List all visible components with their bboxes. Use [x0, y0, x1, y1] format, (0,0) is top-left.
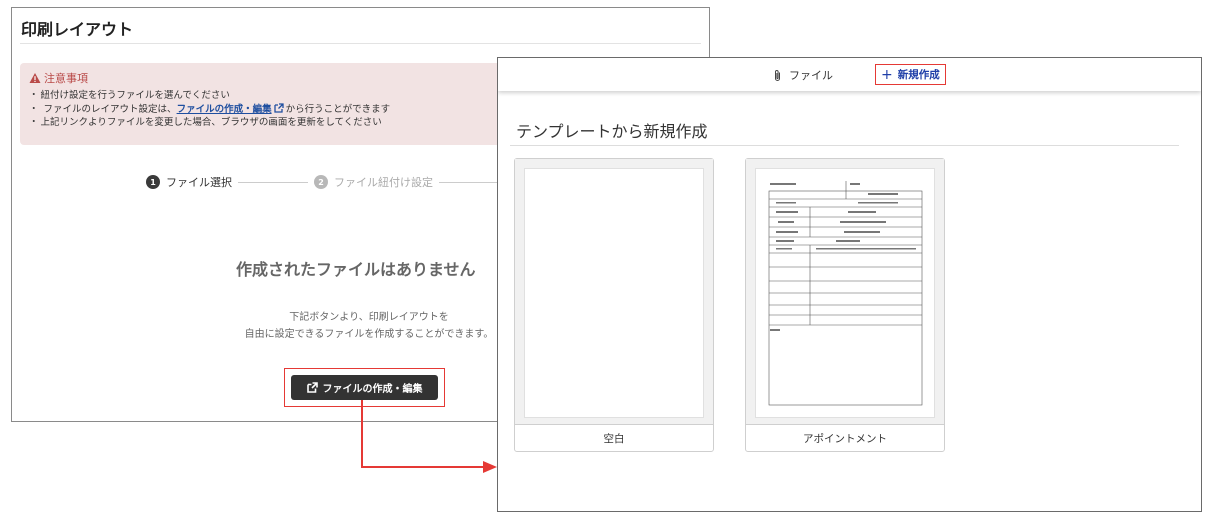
notice-heading: 注意事項: [29, 70, 88, 86]
appointment-form-preview: [768, 181, 923, 406]
tab-new-create[interactable]: + 新規作成: [875, 64, 946, 85]
step-1-number: 1: [146, 175, 160, 189]
notice-list: 紐付け設定を行うファイルを選んでください ファイルのレイアウト設定は、ファイルの…: [29, 89, 391, 130]
file-create-edit-link[interactable]: ファイルの作成・編集: [177, 104, 272, 115]
template-label: アポイントメント: [803, 433, 887, 445]
stepper: 1 ファイル選択 2 ファイル紐付け設定: [146, 174, 515, 190]
page-title: 印刷レイアウト: [21, 20, 134, 39]
step-1-label: ファイル選択: [166, 176, 232, 189]
step-2-number: 2: [314, 175, 328, 189]
create-button-highlight: ファイルの作成・編集: [284, 368, 445, 407]
section-title: テンプレートから新規作成: [516, 122, 708, 141]
tab-file[interactable]: ファイル: [772, 67, 833, 83]
warning-icon: [29, 73, 41, 83]
file-template-window: ファイル + 新規作成 テンプレートから新規作成 空白 アポイントメント: [497, 57, 1202, 512]
file-create-edit-button[interactable]: ファイルの作成・編集: [291, 375, 438, 400]
template-label: 空白: [603, 433, 625, 445]
step-connector: [238, 181, 308, 183]
plus-icon: +: [881, 66, 893, 83]
external-link-icon[interactable]: [273, 102, 284, 113]
appointment-page-preview: [755, 168, 935, 418]
notice-item: 上記リンクよりファイルを変更した場合、ブラウザの画面を更新をしてください: [29, 116, 390, 130]
template-thumbnail: [515, 159, 713, 425]
toolbar: ファイル + 新規作成: [498, 58, 1201, 91]
notice-heading-text: 注意事項: [44, 72, 88, 85]
blank-page-preview: [524, 168, 704, 418]
template-card-appointment[interactable]: アポイントメント: [745, 158, 945, 452]
tab-file-label: ファイル: [789, 69, 833, 82]
tab-new-create-label: 新規作成: [897, 69, 940, 81]
template-card-blank[interactable]: 空白: [514, 158, 714, 452]
notice-item: 紐付け設定を行うファイルを選んでください: [29, 89, 390, 103]
paperclip-icon: [775, 69, 780, 81]
step-2-label: ファイル紐付け設定: [334, 176, 433, 189]
section-divider: [510, 145, 1179, 146]
notice-item: ファイルのレイアウト設定は、ファイルの作成・編集から行うことができます: [29, 102, 390, 117]
empty-state-title: 作成されたファイルはありません: [236, 260, 476, 279]
external-link-icon: [306, 382, 318, 393]
empty-state-description: 下記ボタンより、印刷レイアウトを 自由に設定できるファイルを作成することができま…: [244, 312, 494, 340]
title-divider: [20, 43, 701, 44]
template-thumbnail: [746, 159, 944, 425]
file-create-edit-button-label: ファイルの作成・編集: [322, 384, 423, 395]
